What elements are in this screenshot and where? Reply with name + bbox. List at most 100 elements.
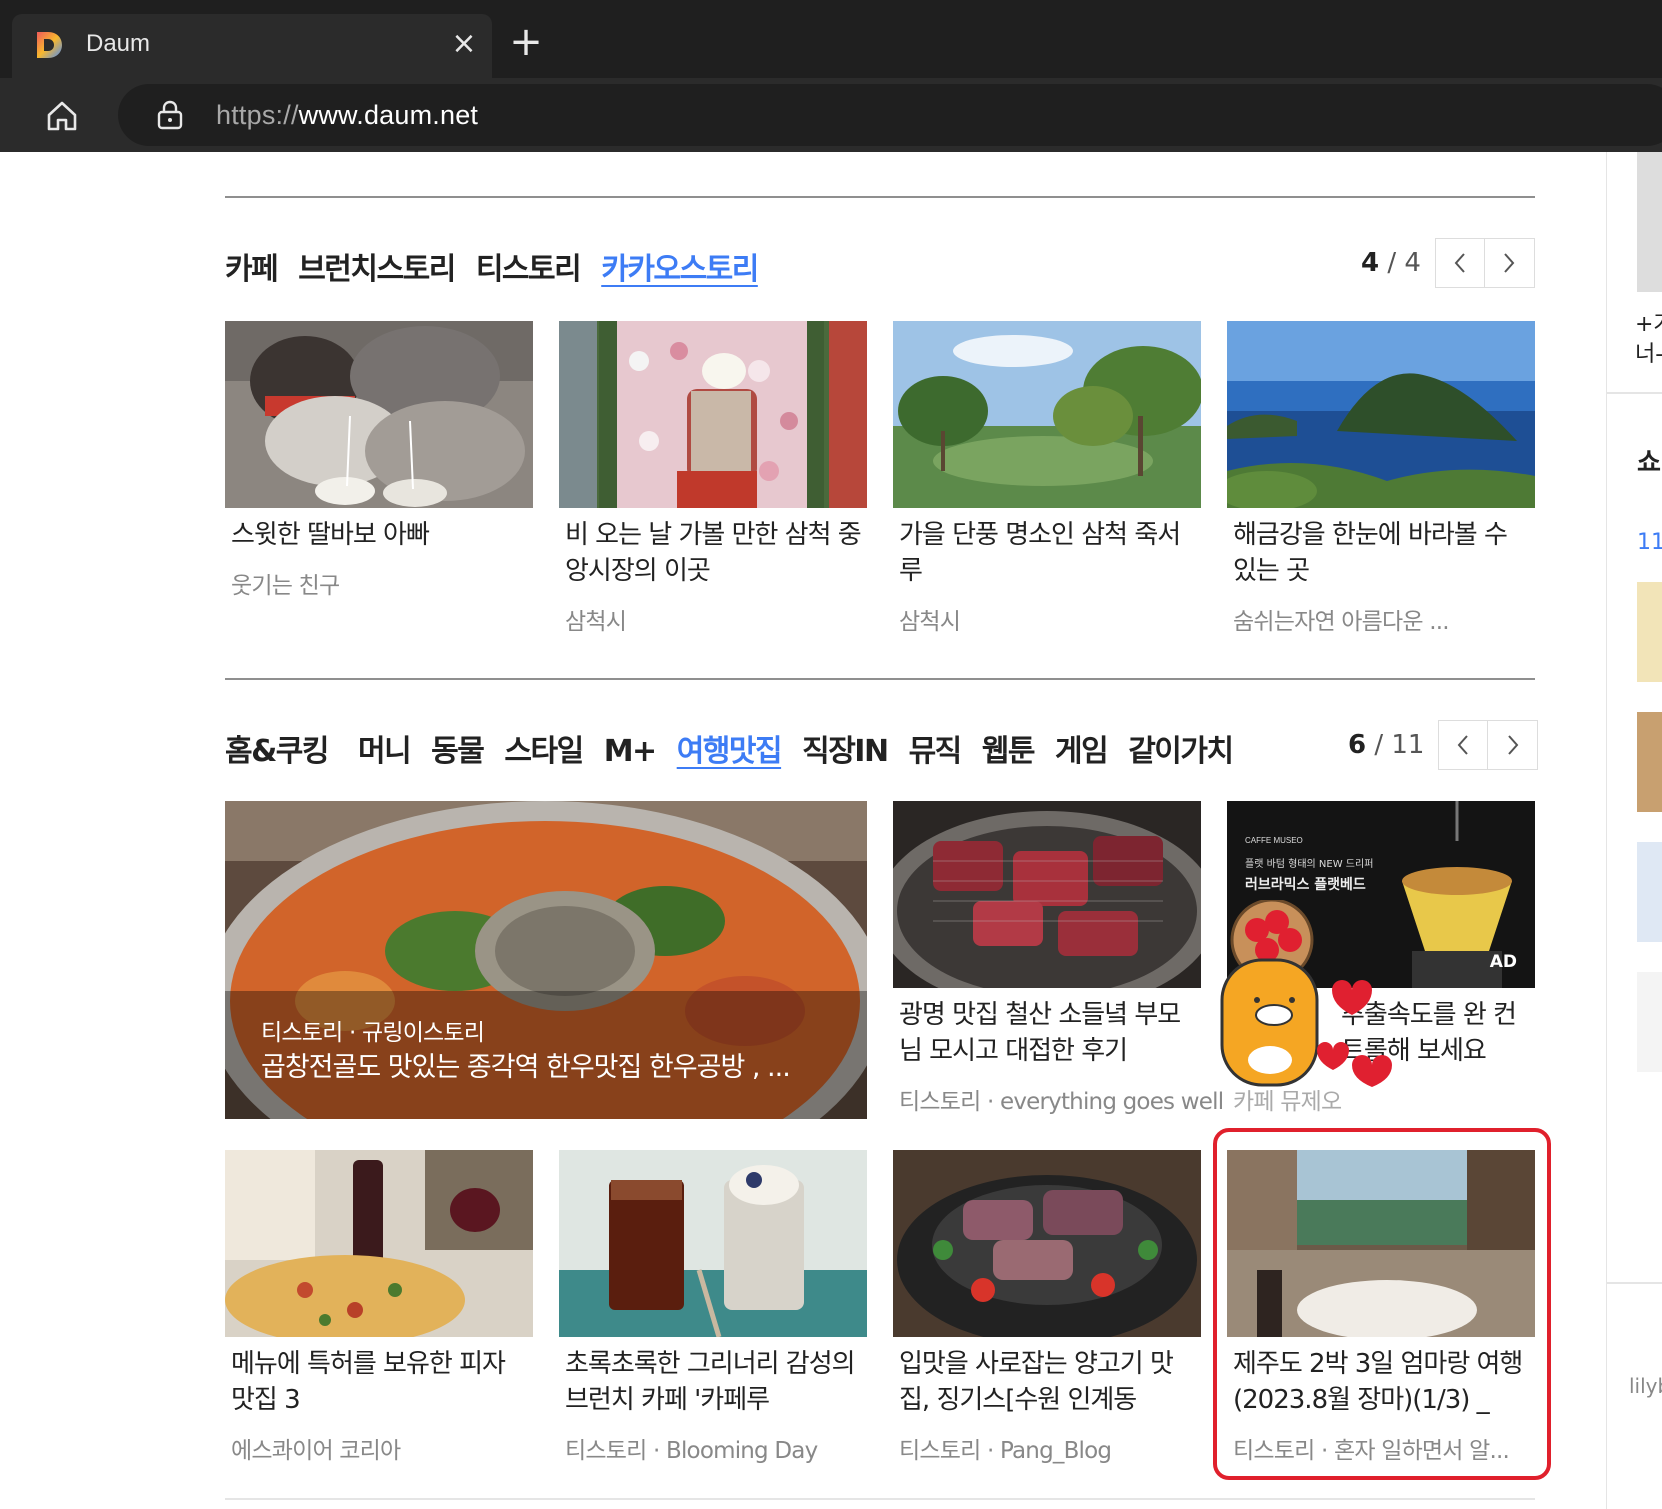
pager-count: 6 / 11 — [1348, 730, 1424, 760]
card-thumbnail — [225, 1150, 533, 1337]
sidebar-text: +가 — [1635, 312, 1662, 337]
tab-music[interactable]: 뮤직 — [909, 726, 963, 770]
card-source: 에스콰이어 코리아 — [231, 1438, 401, 1464]
right-sidebar: +가 너- 쇼 11 lilyb — [1606, 152, 1662, 1509]
story-card[interactable]: 초록초록한 그리너리 감성의 브런치 카페 '카페루 티스토리 · Bloomi… — [559, 1150, 867, 1464]
url-scheme: https:// — [216, 100, 299, 130]
sidebar-image — [1637, 152, 1662, 292]
pager-separator: / — [1366, 730, 1392, 760]
section2-pager: 6 / 11 — [1348, 720, 1539, 770]
sidebar-text: 너- — [1635, 342, 1662, 367]
story-card[interactable]: 메뉴에 특허를 보유한 피자 맛집 3 에스콰이어 코리아 — [225, 1150, 533, 1464]
story-card[interactable]: 입맛을 사로잡는 양고기 맛집, 징기스[수원 인계동 티스토리 · Pang_… — [893, 1150, 1201, 1464]
highlight-box — [1213, 1128, 1551, 1480]
close-tab-icon[interactable]: × — [448, 28, 480, 60]
card-title: 해금강을 한눈에 바라볼 수 있는 곳 — [1233, 520, 1508, 586]
story-card[interactable]: 광명 맛집 철산 소들녘 부모님 모시고 대접한 후기 티스토리 · every… — [893, 801, 1224, 1115]
tab-kakaostory[interactable]: 카카오스토리 — [601, 244, 759, 288]
ad-product-text: 러브라믹스 플랫베드 — [1245, 876, 1366, 893]
sidebar-footer-text: lilyb — [1629, 1374, 1662, 1398]
card-thumbnail — [893, 1150, 1201, 1337]
url-host: www.daum.net — [298, 100, 479, 130]
chevron-left-icon — [1458, 735, 1469, 755]
card-thumbnail — [559, 321, 867, 508]
card-source: 삼척시 — [899, 609, 961, 635]
ad-brand-text: CAFFE MUSEO — [1245, 836, 1303, 845]
next-page-button[interactable] — [1488, 720, 1539, 770]
story-card[interactable]: 비 오는 날 가볼 만한 삼척 중앙시장의 이곳 삼척시 — [559, 321, 867, 635]
featured-story-card[interactable]: 티스토리 · 규링이스토리 곱창전골도 맛있는 종각역 한우맛집 한우공방 , … — [225, 801, 867, 1119]
pager-separator: / — [1379, 248, 1405, 278]
browser-toolbar: https://www.daum.net — [0, 78, 1662, 152]
card-thumbnail — [225, 321, 533, 508]
card-source: 숨쉬는자연 아름다운 ... — [1233, 609, 1450, 635]
section-divider — [225, 196, 1535, 198]
tab-money[interactable]: 머니 — [358, 726, 412, 770]
card-source: 티스토리 · 규링이스토리 — [261, 1020, 485, 1046]
card-source: 삼척시 — [565, 609, 627, 635]
pager-current: 6 — [1348, 730, 1367, 760]
pager-count: 4 / 4 — [1361, 248, 1421, 278]
tab-title: Daum — [86, 30, 151, 57]
story-card[interactable]: 해금강을 한눈에 바라볼 수 있는 곳 숨쉬는자연 아름다운 ... — [1227, 321, 1535, 635]
section1-pager: 4 / 4 — [1361, 238, 1535, 288]
card-thumbnail — [893, 801, 1201, 988]
tab-brunchstory[interactable]: 브런치스토리 — [298, 244, 456, 288]
section1-tabs: 카페 브런치스토리 티스토리 카카오스토리 — [225, 244, 779, 288]
chevron-right-icon — [1508, 735, 1519, 755]
sidebar-product-image[interactable] — [1637, 712, 1662, 812]
tab-tistory[interactable]: 티스토리 — [476, 244, 582, 288]
sidebar-heading: 쇼 — [1637, 448, 1661, 478]
card-source: 티스토리 · Pang_Blog — [899, 1438, 1112, 1464]
tab-together[interactable]: 같이가치 — [1128, 726, 1234, 770]
sidebar-product-image[interactable] — [1637, 582, 1662, 682]
pager-current: 4 — [1361, 248, 1380, 278]
section2-tabs: 홈&쿠킹 머니 동물 스타일 M+ 여행맛집 직장IN 뮤직 웹툰 게임 같이가… — [225, 726, 1254, 770]
card-title: 스윗한 딸바보 아빠 — [231, 520, 430, 550]
tab-work[interactable]: 직장IN — [802, 726, 889, 770]
tab-mplus[interactable]: M+ — [604, 734, 658, 769]
tab-home-cooking[interactable]: 홈&쿠킹 — [225, 726, 329, 770]
tab-animals[interactable]: 동물 — [431, 726, 485, 770]
ad-sub-text: 플랫 바텀 형태의 NEW 드리퍼 — [1245, 858, 1373, 870]
url-text[interactable]: https://www.daum.net — [216, 100, 478, 131]
card-title: 메뉴에 특허를 보유한 피자 맛집 3 — [231, 1349, 506, 1415]
tab-style[interactable]: 스타일 — [504, 726, 584, 770]
prev-page-button[interactable] — [1438, 720, 1489, 770]
story-card[interactable]: 가을 단풍 명소인 삼척 죽서루 삼척시 — [893, 321, 1201, 635]
address-bar[interactable]: https://www.daum.net — [118, 84, 1662, 146]
tab-travel-food[interactable]: 여행맛집 — [677, 726, 783, 770]
sidebar-divider — [1607, 392, 1662, 394]
card-thumbnail — [1227, 321, 1535, 508]
browser-titlebar: Daum × + — [0, 0, 1662, 78]
home-icon[interactable] — [40, 94, 84, 138]
card-title: 광명 맛집 철산 소들녘 부모님 모시고 대접한 후기 — [899, 1000, 1181, 1066]
section-bottom-border — [225, 1498, 1535, 1500]
story-card[interactable]: 스윗한 딸바보 아빠 웃기는 친구 — [225, 321, 533, 631]
tab-game[interactable]: 게임 — [1055, 726, 1109, 770]
card-title: 가을 단풍 명소인 삼척 죽서루 — [899, 520, 1181, 586]
card-title: 곱창전골도 맛있는 종각역 한우맛집 한우공방 , ... — [261, 1052, 791, 1083]
card-title: 초록초록한 그리너리 감성의 브런치 카페 '카페루 — [565, 1349, 856, 1415]
browser-tab-daum[interactable]: Daum × — [12, 14, 492, 78]
ad-badge: AD — [1489, 952, 1517, 972]
card-thumbnail — [893, 321, 1201, 508]
sidebar-divider — [1607, 1282, 1662, 1284]
tab-cafe[interactable]: 카페 — [225, 244, 279, 288]
new-tab-icon[interactable]: + — [506, 22, 546, 62]
prev-page-button[interactable] — [1434, 238, 1485, 288]
card-thumbnail — [559, 1150, 867, 1337]
pager-total: 4 — [1404, 248, 1421, 278]
next-page-button[interactable] — [1484, 238, 1535, 288]
tab-webtoon[interactable]: 웹툰 — [982, 726, 1036, 770]
lock-icon[interactable] — [156, 100, 184, 130]
sidebar-product-image[interactable] — [1637, 842, 1662, 942]
ryan-mascot-sticker-icon — [1220, 900, 1392, 1087]
card-source: 티스토리 · everything goes well — [899, 1089, 1224, 1115]
pager-total: 11 — [1391, 730, 1425, 760]
card-title: 비 오는 날 가볼 만한 삼척 중앙시장의 이곳 — [565, 520, 862, 586]
sidebar-number: 11 — [1637, 530, 1662, 555]
sidebar-product-image[interactable] — [1637, 972, 1662, 1072]
section-divider — [225, 678, 1535, 680]
daum-logo-icon — [37, 32, 62, 58]
